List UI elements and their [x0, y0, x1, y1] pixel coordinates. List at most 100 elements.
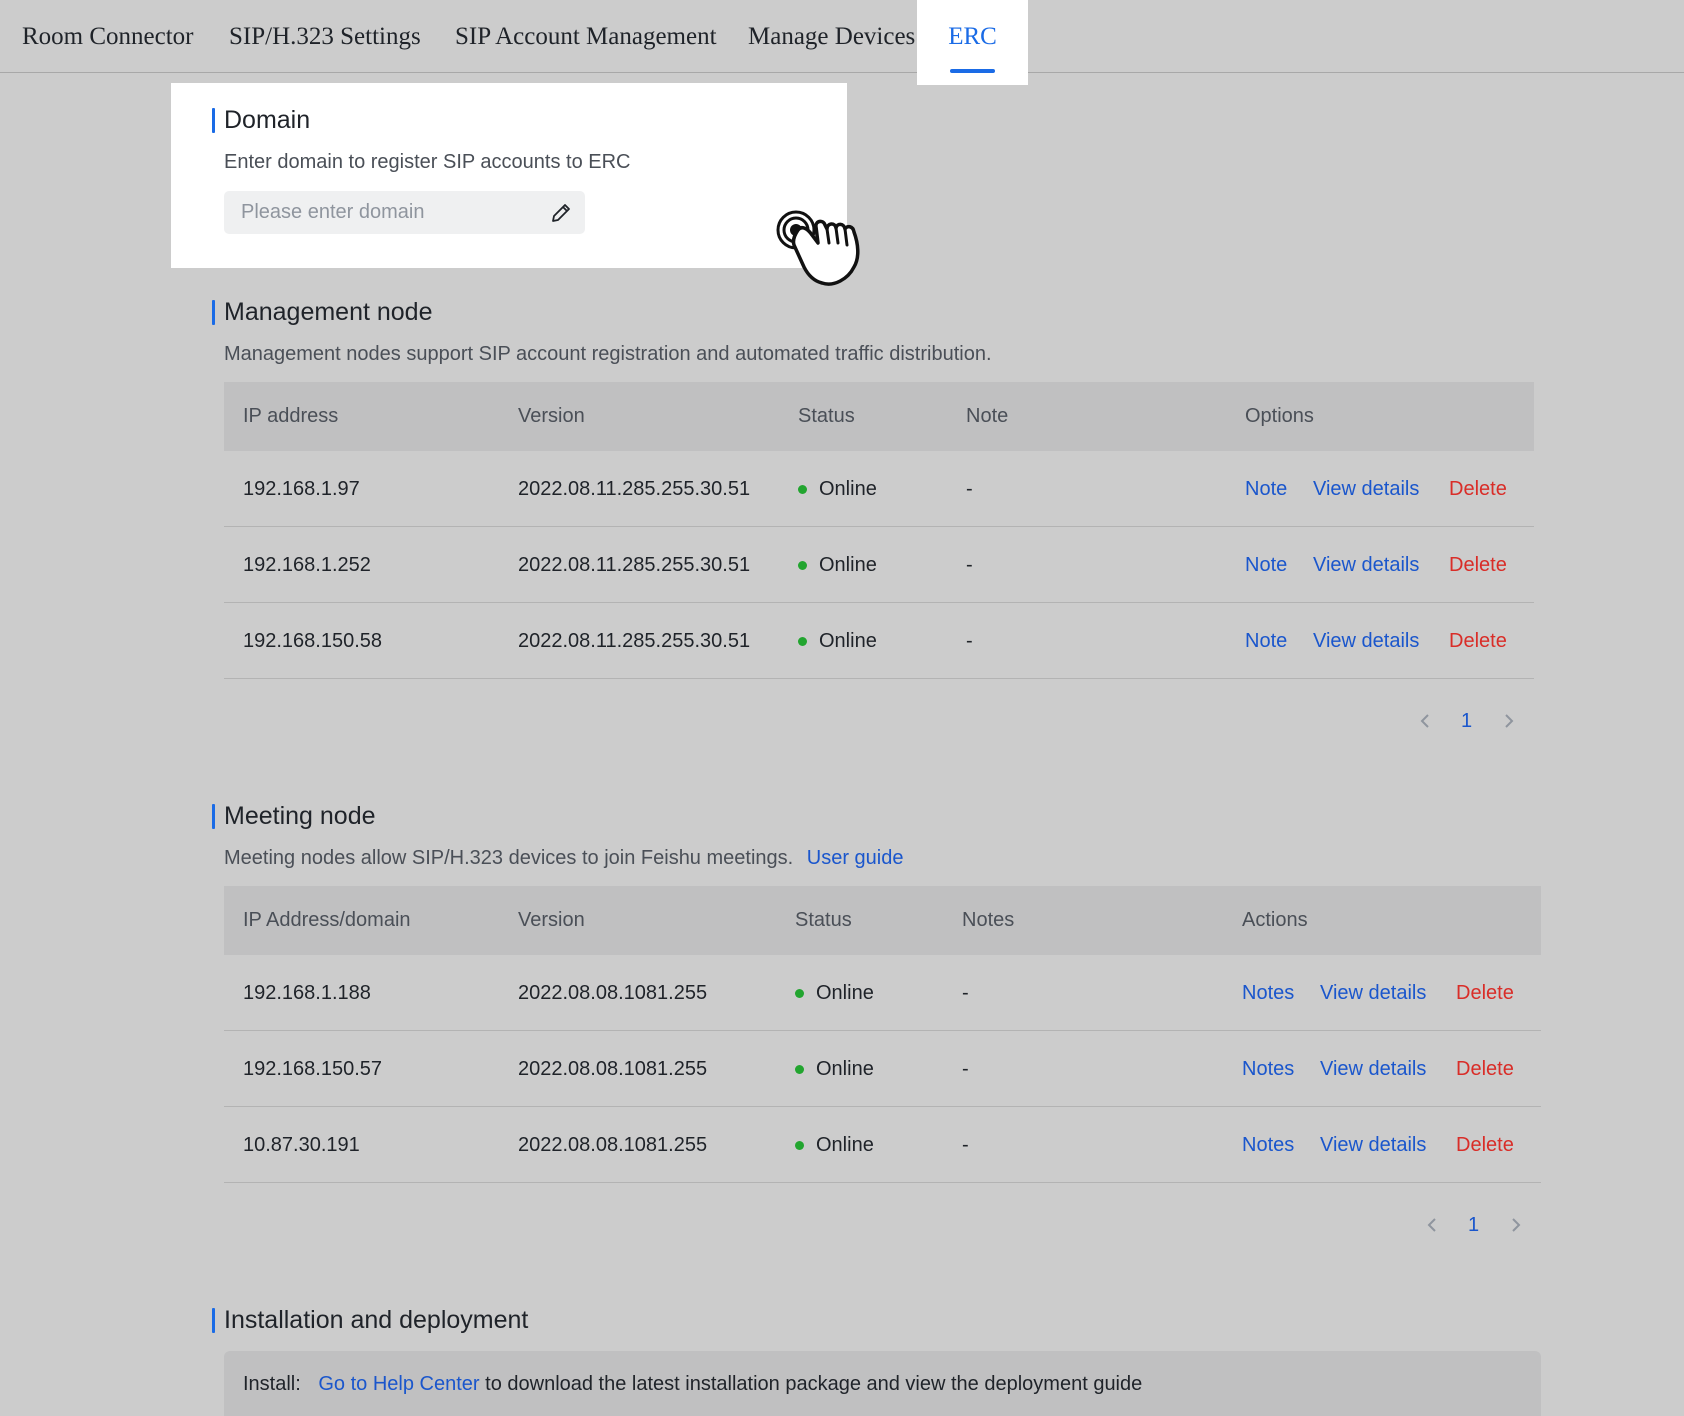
notes-button[interactable]: Notes [1242, 1107, 1294, 1183]
view-details-button[interactable]: View details [1313, 603, 1419, 679]
delete-button[interactable]: Delete [1449, 603, 1507, 679]
note-cell: - [966, 478, 973, 500]
status-text: Online [816, 1058, 874, 1080]
note-cell: - [966, 554, 973, 576]
status-text: Online [819, 630, 877, 652]
tab-manage-devices[interactable]: Manage Devices [748, 0, 915, 72]
installation-text: Install: Go to Help Center to download t… [243, 1372, 1142, 1396]
status-cell: Online [795, 1031, 874, 1107]
column-header: IP address [243, 405, 339, 427]
chevron-right-icon[interactable] [1506, 1210, 1526, 1240]
column-header: Notes [962, 909, 1015, 931]
note-cell: - [966, 630, 973, 652]
ip-address-cell: 192.168.150.58 [243, 630, 383, 652]
column-header: Actions [1242, 909, 1308, 931]
chevron-left-icon[interactable] [1415, 706, 1435, 736]
version-cell: 2022.08.11.285.255.30.51 [518, 554, 751, 576]
delete-button[interactable]: Delete [1456, 1031, 1514, 1107]
version-cell: 2022.08.08.1081.255 [518, 1134, 708, 1156]
column-header: Note [966, 405, 1009, 427]
active-tab-indicator [950, 69, 995, 73]
status-cell: Online [798, 603, 877, 679]
column-header: Version [518, 909, 585, 931]
view-details-button[interactable]: View details [1320, 1031, 1426, 1107]
tab-bar: Room Connector SIP/H.323 Settings SIP Ac… [0, 0, 1684, 85]
status-cell: Online [795, 955, 874, 1031]
table-row: 192.168.150.57 2022.08.08.1081.255 Onlin… [224, 1031, 1541, 1107]
online-status-dot [798, 561, 807, 570]
meeting-node-description: Meeting nodes allow SIP/H.323 devices to… [224, 846, 903, 870]
notes-button[interactable]: Notes [1242, 1031, 1294, 1107]
notes-cell: - [962, 982, 969, 1004]
tab-erc[interactable]: ERC [917, 0, 1028, 85]
ip-address-cell: 192.168.150.57 [243, 1058, 383, 1080]
meeting-node-description-text: Meeting nodes allow SIP/H.323 devices to… [224, 847, 794, 869]
table-row: 192.168.1.252 2022.08.11.285.255.30.51 O… [224, 527, 1534, 603]
status-text: Online [819, 554, 877, 576]
note-button[interactable]: Note [1245, 451, 1287, 527]
delete-button[interactable]: Delete [1449, 527, 1507, 603]
status-text: Online [816, 1134, 874, 1156]
column-header: Options [1245, 405, 1314, 427]
user-guide-link[interactable]: User guide [807, 847, 904, 869]
online-status-dot [795, 1065, 804, 1074]
online-status-dot [795, 989, 804, 998]
management-node-title: Management node [212, 297, 432, 327]
view-details-button[interactable]: View details [1313, 527, 1419, 603]
install-description: to download the latest installation pack… [485, 1373, 1143, 1395]
tab-sip-account-management[interactable]: SIP Account Management [455, 0, 717, 72]
tab-room-connector[interactable]: Room Connector [22, 0, 194, 72]
management-node-description: Management nodes support SIP account reg… [224, 343, 992, 365]
version-cell: 2022.08.08.1081.255 [518, 1058, 708, 1080]
status-text: Online [819, 478, 877, 500]
ip-address-cell: 10.87.30.191 [243, 1134, 360, 1156]
erc-settings-page: Room Connector SIP/H.323 Settings SIP Ac… [0, 0, 1684, 1416]
view-details-button[interactable]: View details [1313, 451, 1419, 527]
column-header: Status [795, 909, 852, 931]
tab-sip-h323-settings[interactable]: SIP/H.323 Settings [229, 0, 421, 72]
domain-input[interactable] [224, 191, 585, 234]
page-number[interactable]: 1 [1468, 1210, 1479, 1240]
note-button[interactable]: Note [1245, 527, 1287, 603]
pointer-hand-icon [776, 210, 860, 286]
chevron-left-icon[interactable] [1422, 1210, 1442, 1240]
column-header: IP Address/domain [243, 909, 411, 931]
management-node-pagination: 1 [1415, 706, 1525, 736]
delete-button[interactable]: Delete [1456, 1107, 1514, 1183]
tab-erc-label: ERC [948, 23, 997, 50]
note-button[interactable]: Note [1245, 603, 1287, 679]
view-details-button[interactable]: View details [1320, 1107, 1426, 1183]
table-row: 192.168.1.188 2022.08.08.1081.255 Online… [224, 955, 1541, 1031]
notes-button[interactable]: Notes [1242, 955, 1294, 1031]
delete-button[interactable]: Delete [1456, 955, 1514, 1031]
meeting-node-pagination: 1 [1422, 1210, 1532, 1240]
view-details-button[interactable]: View details [1320, 955, 1426, 1031]
status-cell: Online [798, 451, 877, 527]
online-status-dot [795, 1141, 804, 1150]
notes-cell: - [962, 1058, 969, 1080]
edit-pencil-icon[interactable] [549, 201, 573, 225]
help-center-link[interactable]: Go to Help Center [318, 1373, 479, 1395]
online-status-dot [798, 485, 807, 494]
table-row: 10.87.30.191 2022.08.08.1081.255 Online … [224, 1107, 1541, 1183]
ip-address-cell: 192.168.1.252 [243, 554, 371, 576]
column-header: Status [798, 405, 855, 427]
page-number[interactable]: 1 [1461, 706, 1472, 736]
meeting-node-title: Meeting node [212, 801, 376, 831]
status-cell: Online [795, 1107, 874, 1183]
version-cell: 2022.08.08.1081.255 [518, 982, 708, 1004]
domain-section-title: Domain [212, 105, 310, 135]
notes-cell: - [962, 1134, 969, 1156]
table-header: IP address Version Status Note Options [224, 382, 1534, 451]
ip-address-cell: 192.168.1.97 [243, 478, 360, 500]
install-label: Install: [243, 1373, 301, 1395]
installation-title: Installation and deployment [212, 1305, 528, 1335]
status-cell: Online [798, 527, 877, 603]
delete-button[interactable]: Delete [1449, 451, 1507, 527]
version-cell: 2022.08.11.285.255.30.51 [518, 630, 751, 652]
domain-description: Enter domain to register SIP accounts to… [224, 151, 631, 173]
status-text: Online [816, 982, 874, 1004]
chevron-right-icon[interactable] [1499, 706, 1519, 736]
table-header: IP Address/domain Version Status Notes A… [224, 886, 1541, 955]
online-status-dot [798, 637, 807, 646]
